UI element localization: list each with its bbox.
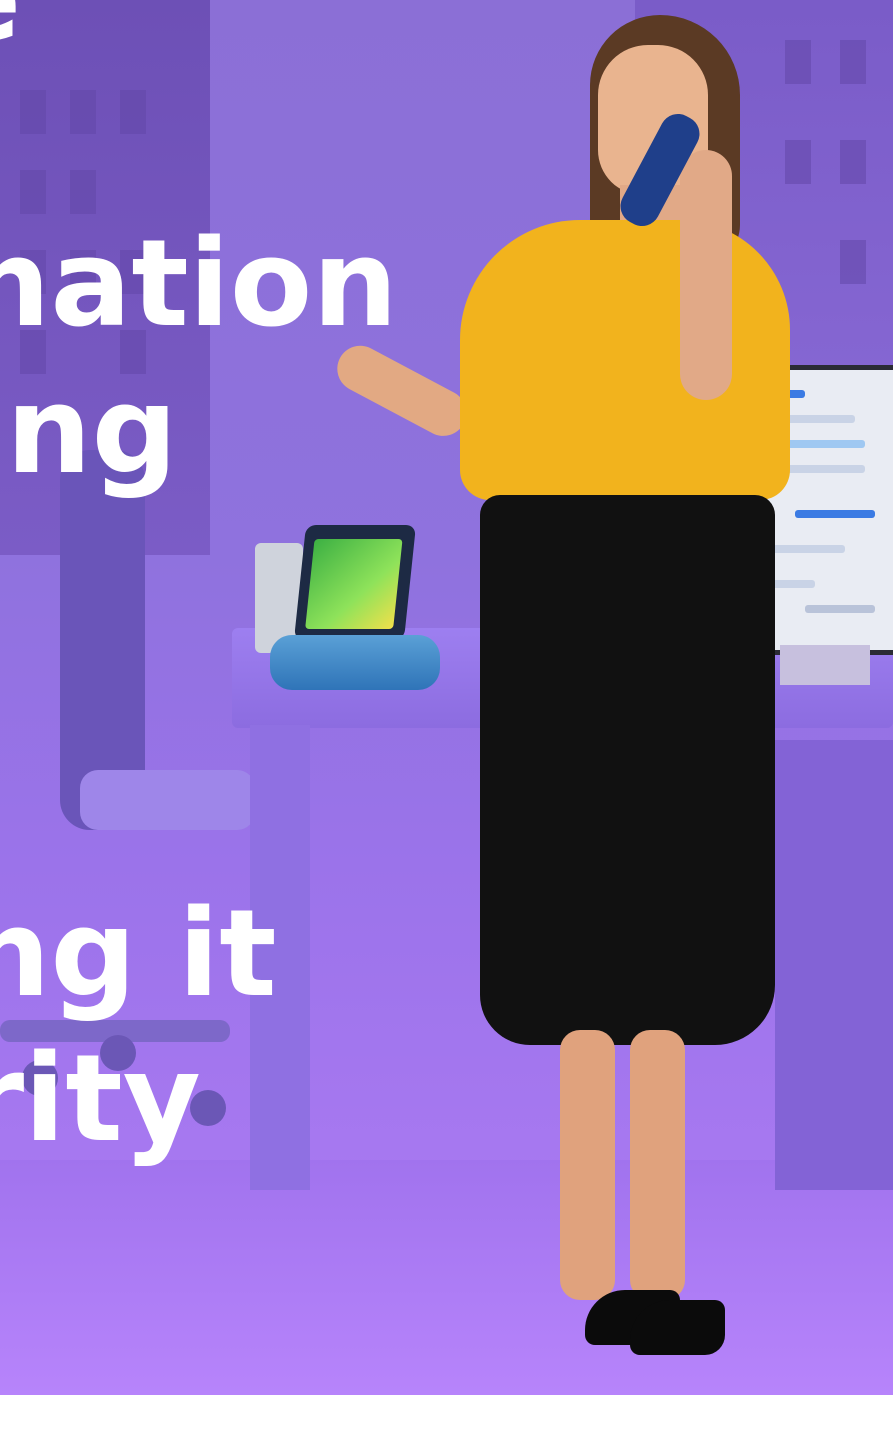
headline-line: ng it [0,885,277,1024]
desk-leg [250,725,310,1190]
hero-image: e nation ing ng it rity [0,0,893,1395]
chair-wheel [100,1035,136,1071]
chair-seat [80,770,255,830]
woman-on-phone [329,0,800,1370]
chair-wheel [22,1060,58,1096]
chair-wheel [190,1090,226,1126]
